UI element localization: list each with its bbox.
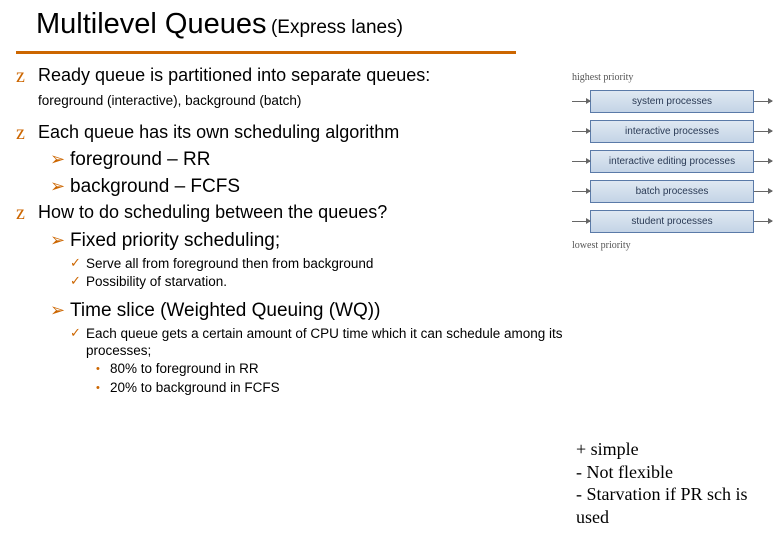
bullet-1-sub: foreground (interactive), background (ba… xyxy=(38,92,576,109)
bullet-2-sub-2: ➢ background – FCFS xyxy=(50,175,576,199)
slide-subtitle: (Express lanes) xyxy=(271,17,403,38)
bullet-3-text: How to do scheduling between the queues? xyxy=(38,201,576,227)
check-2-text: Possibility of starvation. xyxy=(86,273,227,290)
title-block: Multilevel Queues (Express lanes) xyxy=(16,8,764,45)
bullet-1-text: Ready queue is partitioned into separate… xyxy=(38,64,576,90)
dot-2-text: 20% to background in FCFS xyxy=(110,379,280,396)
bullet-3-sub-1: ➢ Fixed priority scheduling; xyxy=(50,229,576,253)
bullet-2-sub-1: ➢ foreground – RR xyxy=(50,148,576,172)
check-glyph: ✓ xyxy=(70,255,86,272)
z-glyph: z xyxy=(16,121,38,147)
note-1: + simple xyxy=(576,438,766,461)
arrow-in-icon xyxy=(572,221,590,222)
arrow-glyph: ➢ xyxy=(50,299,70,323)
bullet-2-sub-2-text: background – FCFS xyxy=(70,175,240,199)
bullet-2-sub-1-text: foreground – RR xyxy=(70,148,210,172)
bullet-3-sub-2: ➢ Time slice (Weighted Queuing (WQ)) xyxy=(50,299,576,323)
arrow-out-icon xyxy=(754,131,772,132)
queue-row: interactive processes xyxy=(572,120,772,143)
queue-box: batch processes xyxy=(590,180,754,203)
queue-box: student processes xyxy=(590,210,754,233)
arrow-glyph: ➢ xyxy=(50,148,70,172)
arrow-out-icon xyxy=(754,101,772,102)
arrow-glyph: ➢ xyxy=(50,175,70,199)
bullet-1: z Ready queue is partitioned into separa… xyxy=(16,64,576,90)
check-glyph: ✓ xyxy=(70,325,86,360)
lowest-priority-label: lowest priority xyxy=(572,240,772,251)
arrow-in-icon xyxy=(572,161,590,162)
dot-glyph: • xyxy=(96,379,110,396)
content: z Ready queue is partitioned into separa… xyxy=(16,64,576,396)
arrow-out-icon xyxy=(754,161,772,162)
bullet-3-sub-2-text: Time slice (Weighted Queuing (WQ)) xyxy=(70,299,380,323)
check-3-text: Each queue gets a certain amount of CPU … xyxy=(86,325,576,360)
bullet-3-sub-1-check-2: ✓ Possibility of starvation. xyxy=(70,273,576,290)
bullet-2: z Each queue has its own scheduling algo… xyxy=(16,121,576,147)
arrow-out-icon xyxy=(754,191,772,192)
bullet-2-text: Each queue has its own scheduling algori… xyxy=(38,121,576,147)
note-2: - Not flexible xyxy=(576,461,766,484)
slide: Multilevel Queues (Express lanes) z Read… xyxy=(0,0,780,540)
arrow-in-icon xyxy=(572,131,590,132)
queue-box: interactive processes xyxy=(590,120,754,143)
queue-row: system processes xyxy=(572,90,772,113)
queue-box: system processes xyxy=(590,90,754,113)
slide-title: Multilevel Queues xyxy=(36,8,267,40)
arrow-glyph: ➢ xyxy=(50,229,70,253)
queue-box: interactive editing processes xyxy=(590,150,754,173)
bullet-3-sub-1-text: Fixed priority scheduling; xyxy=(70,229,280,253)
dot-glyph: • xyxy=(96,360,110,377)
dot-2: • 20% to background in FCFS xyxy=(96,379,576,396)
note-3: - Starvation if PR sch is used xyxy=(576,483,766,528)
dot-1: • 80% to foreground in RR xyxy=(96,360,576,377)
priority-diagram: highest priority system processes intera… xyxy=(572,72,772,251)
arrow-in-icon xyxy=(572,101,590,102)
arrow-in-icon xyxy=(572,191,590,192)
queue-row: batch processes xyxy=(572,180,772,203)
highest-priority-label: highest priority xyxy=(572,72,772,83)
z-glyph: z xyxy=(16,201,38,227)
title-rule xyxy=(16,51,516,54)
check-1-text: Serve all from foreground then from back… xyxy=(86,255,373,272)
arrow-out-icon xyxy=(754,221,772,222)
z-glyph: z xyxy=(16,64,38,90)
bullet-3-sub-2-check-1: ✓ Each queue gets a certain amount of CP… xyxy=(70,325,576,360)
check-glyph: ✓ xyxy=(70,273,86,290)
queue-row: interactive editing processes xyxy=(572,150,772,173)
bullet-3-sub-1-check-1: ✓ Serve all from foreground then from ba… xyxy=(70,255,576,272)
dot-1-text: 80% to foreground in RR xyxy=(110,360,259,377)
bullet-3: z How to do scheduling between the queue… xyxy=(16,201,576,227)
queue-row: student processes xyxy=(572,210,772,233)
side-notes: + simple - Not flexible - Starvation if … xyxy=(576,438,766,528)
